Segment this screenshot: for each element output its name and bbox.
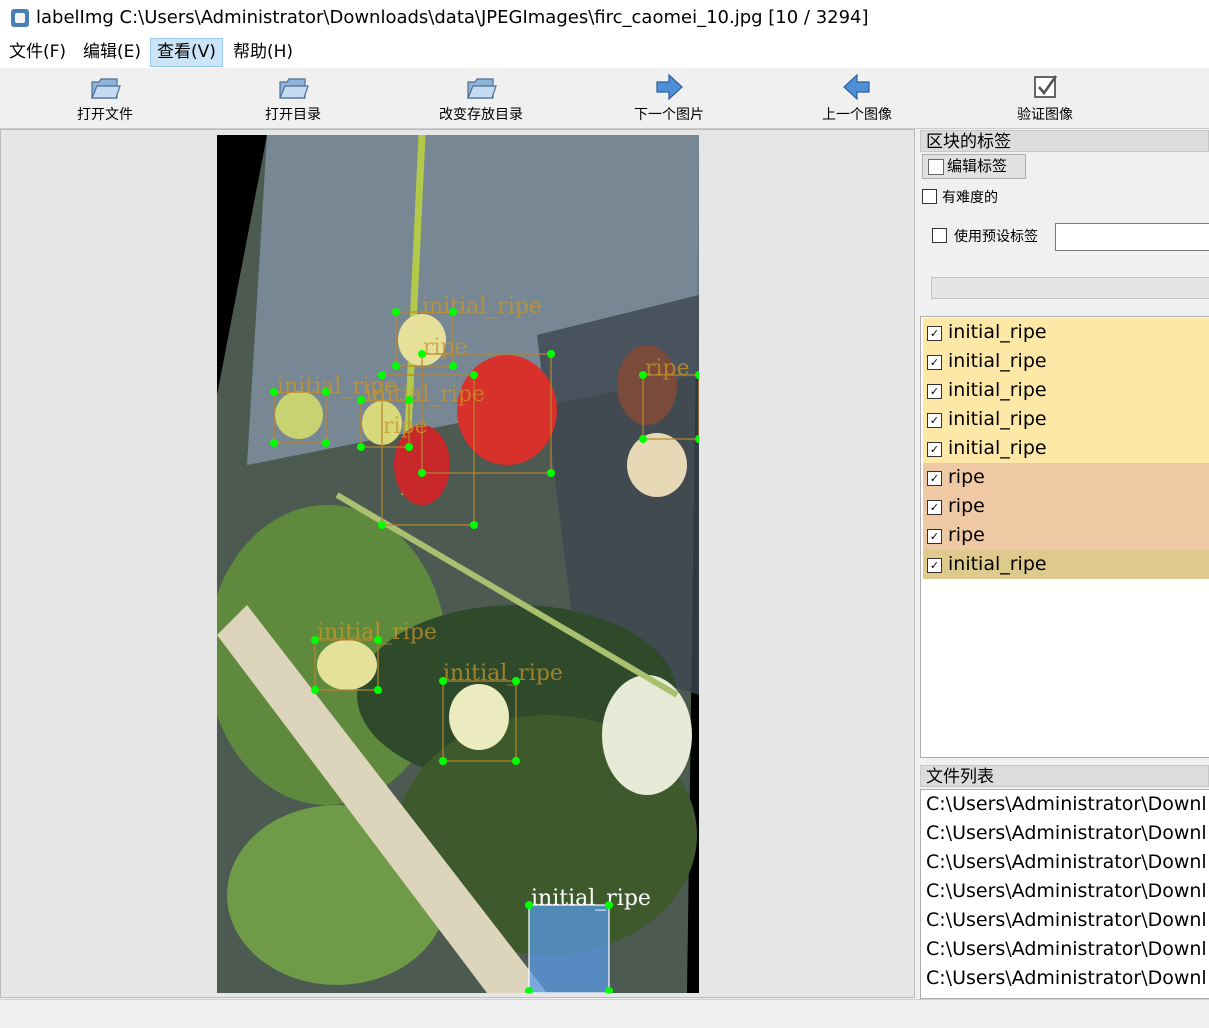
label-visibility-checkbox[interactable]: ✓ bbox=[927, 500, 942, 515]
folder-icon bbox=[467, 78, 497, 99]
box-label: initial_ripe bbox=[443, 661, 563, 686]
change-save-dir-button[interactable]: 改变存放目录 bbox=[406, 70, 556, 126]
label-list-item-selected[interactable]: ✓ initial_ripe bbox=[923, 550, 1209, 579]
menu-bar: 文件(F) 编辑(E) 查看(V) 帮助(H) bbox=[0, 38, 1209, 68]
open-file-button[interactable]: 打开文件 bbox=[30, 70, 180, 126]
menu-file[interactable]: 文件(F) bbox=[3, 38, 72, 67]
label-list-item-text: ripe bbox=[948, 524, 985, 546]
label-list-item[interactable]: ✓ initial_ripe bbox=[923, 376, 1209, 405]
change-save-dir-label: 改变存放目录 bbox=[439, 107, 523, 123]
verify-image-label: 验证图像 bbox=[1017, 107, 1073, 123]
use-default-label-checkbox[interactable] bbox=[932, 228, 947, 243]
label-list-item[interactable]: ✓ initial_ripe bbox=[923, 347, 1209, 376]
flower bbox=[602, 675, 692, 795]
open-file-label: 打开文件 bbox=[77, 107, 133, 123]
label-list-item-text: initial_ripe bbox=[948, 408, 1047, 430]
label-list-item[interactable]: ✓ ripe bbox=[923, 521, 1209, 550]
label-visibility-checkbox[interactable]: ✓ bbox=[927, 413, 942, 428]
prev-image-button[interactable]: 上一个图像 bbox=[782, 70, 932, 126]
title-bar: labelImg C:\Users\Administrator\Download… bbox=[0, 0, 1209, 38]
strawberry-unripe bbox=[449, 684, 509, 750]
label-visibility-checkbox[interactable]: ✓ bbox=[927, 326, 942, 341]
file-list[interactable]: C:\Users\Administrator\Downl C:\Users\Ad… bbox=[920, 789, 1209, 999]
menu-view[interactable]: 查看(V) bbox=[150, 38, 223, 67]
label-visibility-checkbox[interactable]: ✓ bbox=[927, 384, 942, 399]
label-visibility-checkbox[interactable]: ✓ bbox=[927, 558, 942, 573]
label-list-item[interactable]: ✓ initial_ripe bbox=[923, 434, 1209, 463]
box-label: ripe bbox=[423, 335, 468, 360]
file-list-item[interactable]: C:\Users\Administrator\Downl bbox=[926, 822, 1207, 851]
box-label: ripe bbox=[383, 414, 428, 439]
verify-image-button[interactable]: 验证图像 bbox=[970, 70, 1120, 126]
file-list-item[interactable]: C:\Users\Administrator\Downl bbox=[926, 967, 1207, 996]
label-list-item[interactable]: ✓ initial_ripe bbox=[923, 318, 1209, 347]
label-list[interactable]: ✓ initial_ripe ✓ initial_ripe ✓ initial_… bbox=[920, 316, 1209, 758]
box-label: initial_ripe bbox=[365, 382, 485, 407]
default-label-input[interactable] bbox=[1055, 223, 1209, 251]
menu-help[interactable]: 帮助(H) bbox=[227, 38, 299, 67]
arrow-right-icon bbox=[656, 73, 683, 101]
toolbar: 打开文件 打开目录 改变存放目录 下一个图片 上一个图像 验证图像 bbox=[0, 68, 1209, 129]
box-label: initial_ripe bbox=[422, 294, 542, 319]
next-image-button[interactable]: 下一个图片 bbox=[594, 70, 744, 126]
window-title: labelImg C:\Users\Administrator\Download… bbox=[36, 7, 869, 28]
label-list-item-text: initial_ripe bbox=[948, 553, 1047, 575]
label-list-item-text: initial_ripe bbox=[948, 321, 1047, 343]
label-list-item-text: initial_ripe bbox=[948, 437, 1047, 459]
status-bar bbox=[0, 999, 1209, 1028]
file-list-item[interactable]: C:\Users\Administrator\Downl bbox=[926, 851, 1207, 880]
open-dir-label: 打开目录 bbox=[265, 107, 321, 123]
label-list-item-text: initial_ripe bbox=[948, 379, 1047, 401]
box-label: ripe bbox=[645, 356, 690, 381]
next-image-label: 下一个图片 bbox=[634, 107, 704, 123]
strawberry-unripe bbox=[317, 640, 377, 690]
label-list-item[interactable]: ✓ ripe bbox=[923, 492, 1209, 521]
image-svg: initial_ripe initial_ripe initial_ripe i… bbox=[217, 135, 699, 993]
open-dir-button[interactable]: 打开目录 bbox=[218, 70, 368, 126]
file-list-panel-title: 文件列表 bbox=[920, 765, 1209, 787]
box-labels-panel-title: 区块的标签 bbox=[920, 130, 1209, 152]
difficult-label: 有难度的 bbox=[942, 190, 998, 206]
edit-label-text: 编辑标签 bbox=[947, 157, 1008, 175]
menu-edit[interactable]: 编辑(E) bbox=[77, 38, 147, 67]
file-list-item[interactable]: C:\Users\Administrator\Downl bbox=[926, 880, 1207, 909]
selected-box-label: initial_ripe bbox=[531, 886, 651, 911]
folder-icon bbox=[91, 78, 121, 99]
label-list-item-text: ripe bbox=[948, 466, 985, 488]
label-list-item-text: ripe bbox=[948, 495, 985, 517]
annotated-image[interactable]: initial_ripe initial_ripe initial_ripe i… bbox=[217, 135, 699, 993]
difficult-checkbox[interactable] bbox=[922, 189, 937, 204]
file-list-item[interactable]: C:\Users\Administrator\Downl bbox=[926, 938, 1207, 967]
checkbox-icon bbox=[1034, 75, 1058, 98]
file-list-item[interactable]: C:\Users\Administrator\Downl bbox=[926, 909, 1207, 938]
edit-icon bbox=[928, 159, 944, 175]
use-default-label-text: 使用预设标签 bbox=[954, 229, 1038, 245]
selected-bounding-box[interactable] bbox=[528, 904, 610, 993]
prev-image-label: 上一个图像 bbox=[822, 107, 892, 123]
label-list-item[interactable]: ✓ initial_ripe bbox=[923, 405, 1209, 434]
strawberry-ripe bbox=[457, 355, 557, 465]
label-visibility-checkbox[interactable]: ✓ bbox=[927, 471, 942, 486]
flower bbox=[627, 433, 687, 497]
label-list-item-text: initial_ripe bbox=[948, 350, 1047, 372]
label-list-item[interactable]: ✓ ripe bbox=[923, 463, 1209, 492]
label-visibility-checkbox[interactable]: ✓ bbox=[927, 529, 942, 544]
label-visibility-checkbox[interactable]: ✓ bbox=[927, 442, 942, 457]
label-combobox[interactable] bbox=[931, 277, 1209, 299]
label-visibility-checkbox[interactable]: ✓ bbox=[927, 355, 942, 370]
file-list-item[interactable]: C:\Users\Administrator\Downl bbox=[926, 793, 1207, 822]
edit-label-button[interactable]: 编辑标签 bbox=[922, 154, 1026, 179]
app-icon bbox=[11, 9, 29, 27]
folder-icon bbox=[279, 78, 309, 99]
arrow-left-icon bbox=[843, 73, 870, 101]
